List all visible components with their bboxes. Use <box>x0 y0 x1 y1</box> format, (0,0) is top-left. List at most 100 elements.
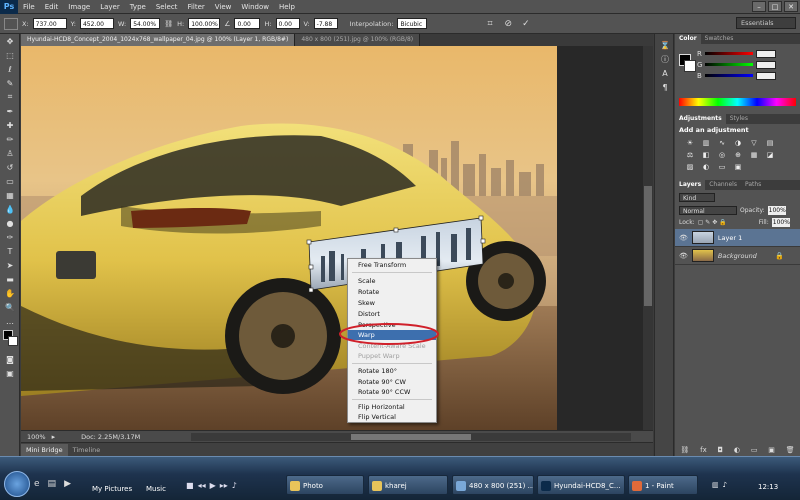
taskbar-photo[interactable]: Photo <box>286 475 364 495</box>
add-mask-icon[interactable]: ◘ <box>718 446 724 454</box>
invert-icon[interactable]: ◪ <box>763 150 777 160</box>
brush-tool-icon[interactable]: ✏ <box>0 132 20 146</box>
menu-item-flip-vertical[interactable]: Flip Vertical <box>348 412 436 422</box>
w-field[interactable]: 54.00% <box>130 18 161 29</box>
y-field[interactable]: 452.00 px <box>79 18 114 39</box>
menu-layer[interactable]: Layer <box>95 3 125 11</box>
exposure-icon[interactable]: ◑ <box>731 138 745 148</box>
hskew-field[interactable]: 0.00 <box>275 18 300 29</box>
photo-filter-icon[interactable]: ◎ <box>715 150 729 160</box>
lock-icons[interactable]: ▢ ✎ ✥ 🔒 <box>698 219 756 226</box>
threshold-icon[interactable]: ◐ <box>699 162 713 172</box>
gradient-map-icon[interactable]: ▭ <box>715 162 729 172</box>
ie-icon[interactable]: e <box>34 479 40 489</box>
start-button[interactable] <box>4 471 30 497</box>
posterize-icon[interactable]: ▨ <box>683 162 697 172</box>
media-icon[interactable]: ▶ <box>64 479 71 489</box>
horizontal-scroll-thumb[interactable] <box>351 434 471 440</box>
layer-row-background[interactable]: 👁 Background 🔒 <box>675 247 800 265</box>
visibility-eye-icon[interactable]: 👁 <box>679 234 688 242</box>
menu-item-skew[interactable]: Skew <box>348 298 436 308</box>
layer-name[interactable]: Layer 1 <box>718 234 742 242</box>
paragraph-panel-icon[interactable]: ¶ <box>655 80 675 94</box>
menu-item-scale[interactable]: Scale <box>348 276 436 286</box>
green-value[interactable] <box>756 60 777 69</box>
properties-panel-icon[interactable]: ⓘ <box>655 52 675 66</box>
menu-select[interactable]: Select <box>151 3 183 11</box>
status-menu-icon[interactable]: ▸ <box>52 433 56 441</box>
red-value[interactable] <box>755 49 776 58</box>
reference-point-icon[interactable] <box>4 17 18 30</box>
play-icon[interactable]: ▶ <box>210 481 216 490</box>
volume-icon[interactable]: ♪ <box>232 481 237 490</box>
clock[interactable]: 12:13 <box>758 483 778 491</box>
tab-paths[interactable]: Paths <box>741 180 765 190</box>
trash-icon[interactable]: 🗑 <box>786 446 795 454</box>
menu-item-rotate[interactable]: Rotate <box>348 287 436 297</box>
tab-hyundai-document[interactable]: Hyundai-HCD8_Concept_2004_1024x768_wallp… <box>21 34 296 46</box>
quick-select-tool-icon[interactable]: ✎ <box>0 76 20 90</box>
screen-mode-icon[interactable]: ▣ <box>0 366 20 380</box>
link-icon[interactable]: ⛓ <box>164 20 173 28</box>
zoom-tool-icon[interactable]: 🔍 <box>0 300 20 314</box>
fill-field[interactable]: 100% <box>771 218 790 227</box>
type-tool-icon[interactable]: T <box>0 244 20 258</box>
curves-icon[interactable]: ∿ <box>715 138 729 148</box>
tab-timeline[interactable]: Timeline <box>68 444 106 456</box>
taskbar-music[interactable]: Music <box>146 485 166 493</box>
color-balance-icon[interactable]: ⚖ <box>683 150 697 160</box>
vertical-scroll-thumb[interactable] <box>644 186 652 306</box>
blue-slider[interactable] <box>704 74 753 77</box>
dodge-tool-icon[interactable]: ● <box>0 216 20 230</box>
opacity-field[interactable]: 100% <box>767 206 786 215</box>
tab-swatches[interactable]: Swatches <box>701 34 738 44</box>
crop-tool-icon[interactable]: ⌗ <box>0 90 20 104</box>
edit-toolbar-icon[interactable]: … <box>0 314 20 328</box>
warp-mode-icon[interactable]: ⌗ <box>487 19 492 29</box>
levels-icon[interactable]: ▥ <box>699 138 713 148</box>
menu-type[interactable]: Type <box>125 3 151 11</box>
vibrance-icon[interactable]: ▽ <box>747 138 761 148</box>
vertical-scrollbar[interactable] <box>643 46 653 430</box>
eraser-tool-icon[interactable]: ▭ <box>0 174 20 188</box>
next-icon[interactable]: ▸▸ <box>220 481 228 490</box>
blue-value[interactable] <box>755 71 776 80</box>
visibility-eye-icon[interactable]: 👁 <box>679 252 688 260</box>
channel-mixer-icon[interactable]: ⊕ <box>731 150 745 160</box>
layer-row-layer-1[interactable]: 👁 Layer 1 <box>675 229 800 247</box>
gradient-tool-icon[interactable]: ▦ <box>0 188 20 202</box>
menu-item-rotate-90-ccw[interactable]: Rotate 90° CCW <box>348 387 436 397</box>
menu-item-rotate-180[interactable]: Rotate 180° <box>348 366 436 376</box>
new-fill-layer-icon[interactable]: ◐ <box>734 446 740 454</box>
prev-icon[interactable]: ◂◂ <box>198 481 206 490</box>
horizontal-scrollbar[interactable] <box>191 433 631 441</box>
eyedropper-tool-icon[interactable]: ✒ <box>0 104 20 118</box>
explorer-icon[interactable]: ▤ <box>48 479 57 489</box>
tab-480x800-document[interactable]: 480 x 800 (251).jpg @ 100% (RGB/8) <box>295 34 421 46</box>
menu-filter[interactable]: Filter <box>182 3 209 11</box>
history-brush-tool-icon[interactable]: ↺ <box>0 160 20 174</box>
quick-mask-icon[interactable]: ◙ <box>0 352 20 366</box>
brightness-icon[interactable]: ☀ <box>683 138 697 148</box>
tab-styles[interactable]: Styles <box>726 114 752 124</box>
healing-brush-tool-icon[interactable]: ✚ <box>0 118 20 132</box>
minimize-icon[interactable]: – <box>752 1 766 12</box>
stop-icon[interactable]: ■ <box>186 481 194 490</box>
shape-tool-icon[interactable]: ▬ <box>0 272 20 286</box>
layer-name[interactable]: Background <box>718 252 757 260</box>
move-tool-icon[interactable]: ✥ <box>0 34 20 48</box>
menu-help[interactable]: Help <box>274 3 300 11</box>
path-select-tool-icon[interactable]: ➤ <box>0 258 20 272</box>
spectrum-bar[interactable] <box>679 98 796 106</box>
new-group-icon[interactable]: ▭ <box>751 446 758 454</box>
taskbar-photoshop[interactable]: Hyundai-HCD8_C... <box>537 475 625 495</box>
history-panel-icon[interactable]: ⌛ <box>655 38 675 52</box>
hand-tool-icon[interactable]: ✋ <box>0 286 20 300</box>
taskbar-my-pictures[interactable]: My Pictures <box>92 485 132 493</box>
clone-stamp-tool-icon[interactable]: ♙ <box>0 146 20 160</box>
menu-item-flip-horizontal[interactable]: Flip Horizontal <box>348 402 436 412</box>
tab-channels[interactable]: Channels <box>705 180 741 190</box>
close-icon[interactable]: ✕ <box>784 1 798 12</box>
taskbar-paint[interactable]: 1 - Paint <box>628 475 698 495</box>
blend-mode-select[interactable]: Normal <box>679 206 737 215</box>
